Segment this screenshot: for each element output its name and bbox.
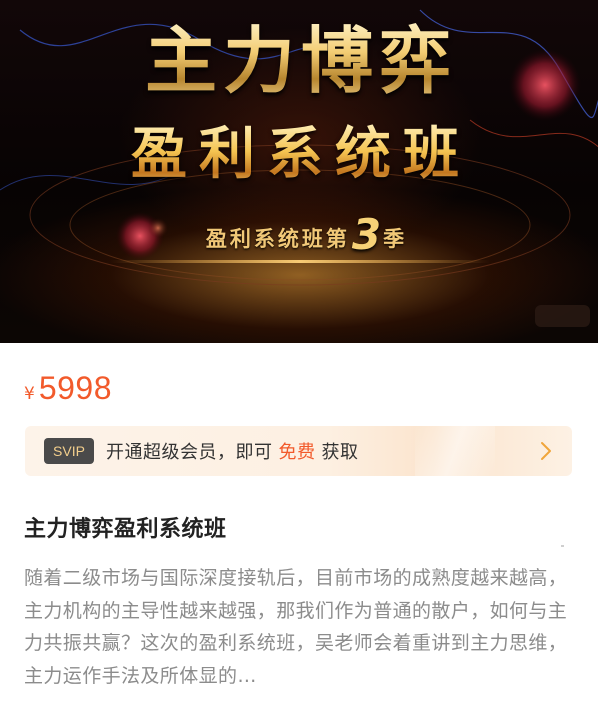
course-description: 随着二级市场与国际深度接轨后，目前市场的成熟度越来越高，主力机构的主导性越来越强… xyxy=(24,567,568,687)
course-title: 主力博弈盈利系统班 xyxy=(24,517,227,542)
svip-promo-bar[interactable]: SVIP 开通超级会员，即可 免费 获取 xyxy=(25,426,572,476)
banner-title-main: 主力博弈 xyxy=(0,16,602,106)
svip-text-after: 获取 xyxy=(321,442,359,463)
banner-season: 盈利系统班第 3 季 xyxy=(190,210,420,259)
course-price: ¥ 5998 xyxy=(24,370,112,410)
price-amount: 5998 xyxy=(38,370,113,406)
banner-title-sub: 盈利系统班 xyxy=(0,120,602,190)
season-number: 3 xyxy=(351,209,382,259)
svip-text-before: 开通超级会员，即可 xyxy=(106,442,273,463)
svip-bar-shine xyxy=(415,426,495,476)
svip-free-label: 免费 xyxy=(278,442,316,463)
season-prefix: 盈利系统班第 xyxy=(205,227,350,251)
page-edge xyxy=(598,0,602,703)
chevron-right-icon[interactable] xyxy=(540,441,552,461)
season-suffix: 季 xyxy=(383,227,405,251)
currency-symbol: ¥ xyxy=(24,384,35,404)
svip-badge: SVIP xyxy=(44,438,94,464)
svip-promo-text: 开通超级会员，即可 免费 获取 xyxy=(106,438,359,464)
divider-dot xyxy=(561,545,564,547)
course-banner: 主力博弈 盈利系统班 盈利系统班第 3 季 xyxy=(0,0,602,343)
